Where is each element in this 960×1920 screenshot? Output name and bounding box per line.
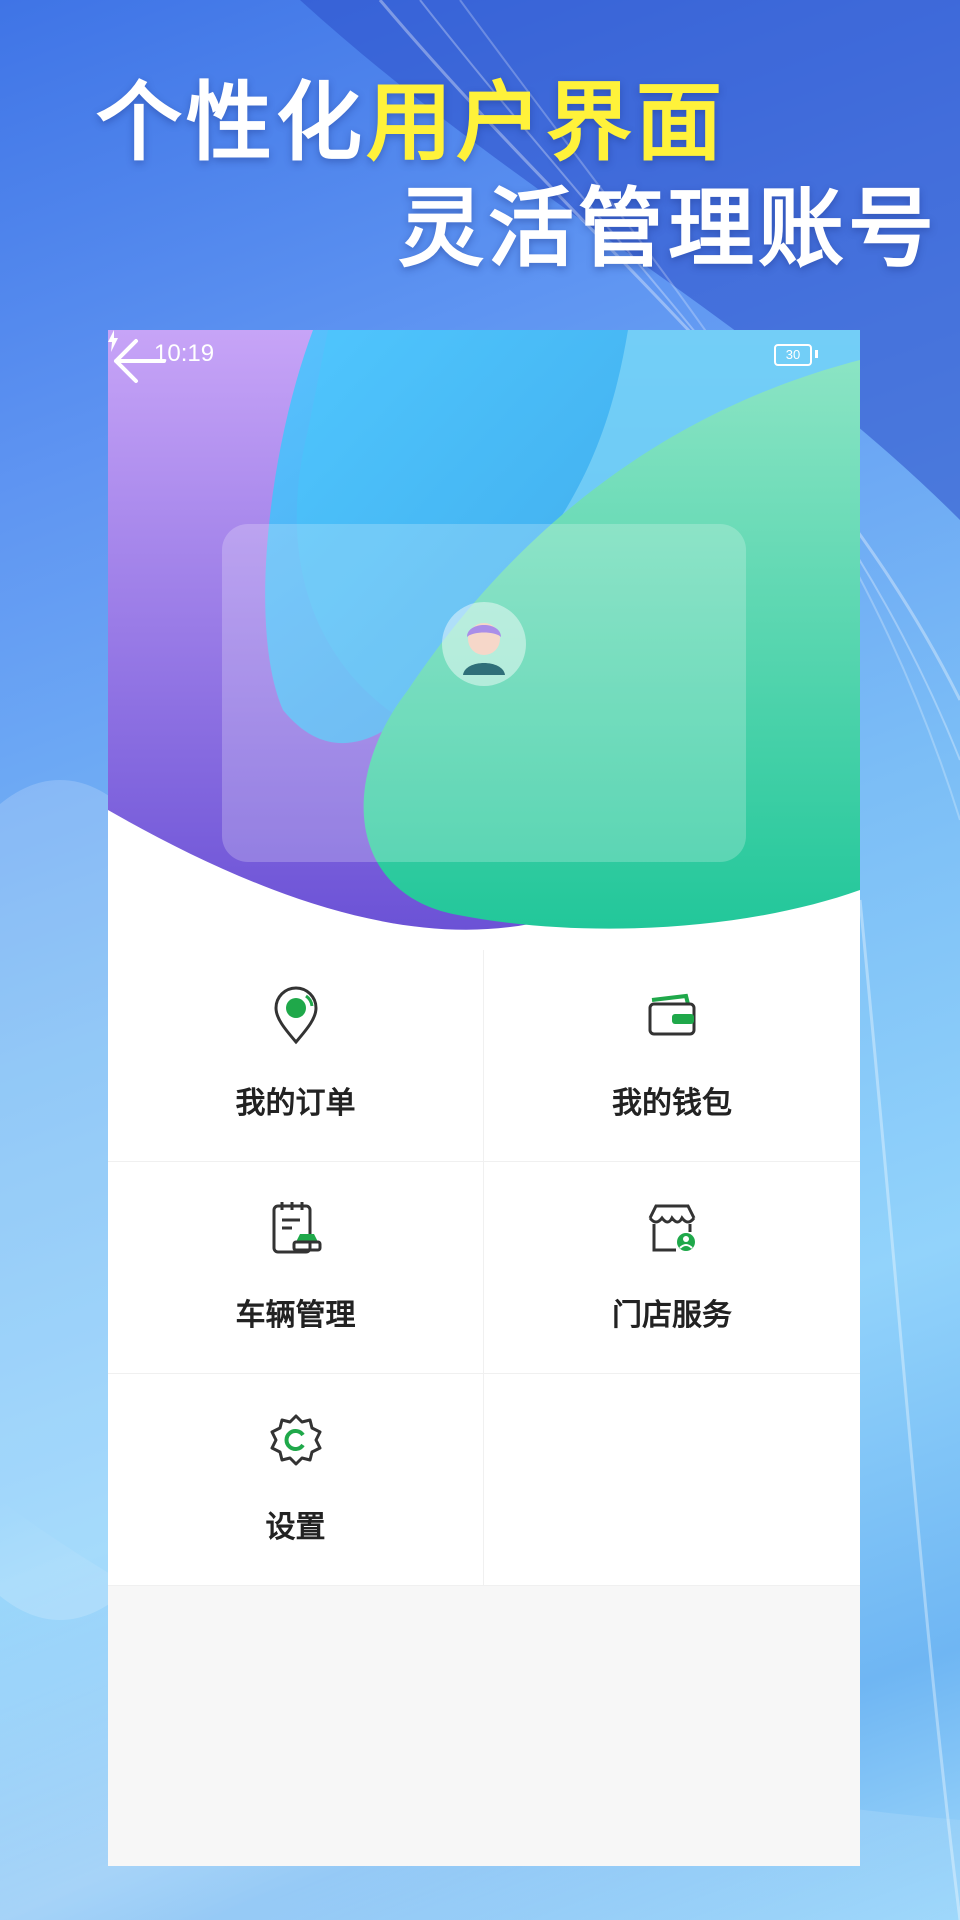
menu-item-settings[interactable]: 设置 (108, 1374, 484, 1586)
menu-item-label: 车辆管理 (235, 1298, 356, 1333)
menu-empty-cell (484, 1374, 860, 1586)
menu-grid: 我的订单 我的钱包 车辆管理 门店服务 设置 (108, 950, 860, 1586)
vehicle-clipboard-icon (272, 1202, 322, 1254)
user-avatar-icon (463, 623, 505, 675)
menu-item-label: 我的订单 (235, 1086, 356, 1121)
menu-item-vehicle-management[interactable]: 车辆管理 (108, 1162, 484, 1374)
menu-item-label: 门店服务 (612, 1298, 732, 1333)
profile-card[interactable] (222, 524, 746, 862)
promo-headline-line2: 灵活管理账号 (398, 178, 938, 279)
battery-tip (815, 350, 818, 358)
menu-item-my-wallet[interactable]: 我的钱包 (484, 950, 860, 1162)
avatar[interactable] (442, 602, 526, 686)
menu-item-label: 我的钱包 (612, 1086, 732, 1121)
menu-item-label: 设置 (265, 1510, 326, 1545)
store-icon (648, 1204, 696, 1252)
wallet-icon (648, 993, 696, 1036)
back-arrow-icon[interactable] (108, 330, 170, 392)
location-pin-icon (274, 986, 318, 1045)
menu-item-my-orders[interactable]: 我的订单 (108, 950, 484, 1162)
battery-icon: 30 (774, 344, 812, 366)
gear-icon (270, 1414, 322, 1466)
menu-item-store-service[interactable]: 门店服务 (484, 1162, 860, 1374)
profile-header: 10:19 30 (108, 330, 860, 950)
promo-headline-plain: 个性化 (96, 72, 366, 173)
phone-screen: 10:19 30 我的订单 我的钱包 车辆管理 门店服务 设置 (108, 330, 860, 1866)
